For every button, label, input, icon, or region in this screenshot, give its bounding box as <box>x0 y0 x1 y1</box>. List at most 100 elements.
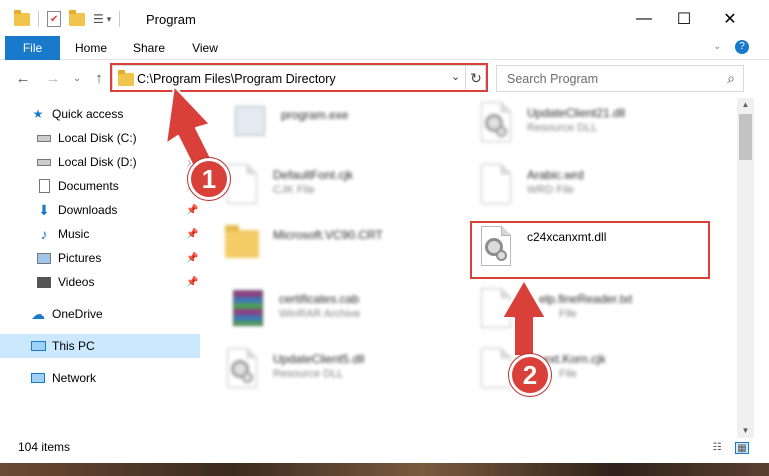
sidebar-item-videos[interactable]: Videos 📌 <box>0 270 200 294</box>
navigation-pane: ★ Quick access Local Disk (C:) 📌 Local D… <box>0 98 200 438</box>
computer-icon <box>30 338 46 354</box>
folder-icon <box>14 9 30 26</box>
file-name: certificates.cab <box>279 292 360 306</box>
forward-arrow-icon: → <box>45 69 61 87</box>
scrollbar-thumb[interactable] <box>739 114 752 160</box>
step-badge-1: 1 <box>188 158 230 200</box>
dll-file-icon <box>477 102 517 150</box>
properties-icon[interactable]: ✔ <box>47 11 61 27</box>
sidebar-item-label: Local Disk (C:) <box>58 131 137 145</box>
navigation-bar: ← → ⌄ ↑ C:\Program Files\Program Directo… <box>0 61 769 95</box>
expand-ribbon-icon[interactable]: ⌄ <box>713 41 721 52</box>
generic-file-icon <box>477 164 517 212</box>
status-bar: 104 items ☷ ▦ <box>0 438 769 463</box>
generic-file-icon <box>223 164 263 212</box>
exe-file-icon <box>231 102 271 150</box>
search-input[interactable]: Search Program <box>507 72 598 86</box>
new-folder-icon[interactable] <box>69 9 85 26</box>
file-explorer-window: ✔ ☰ ▾ Program — ☐ ✕ File Home Share View… <box>0 0 769 463</box>
file-item[interactable]: certificates.cab WinRAR Archive <box>229 284 459 340</box>
chevron-down-icon: ⌄ <box>73 72 81 83</box>
file-name: Arabic.wrd <box>527 168 584 182</box>
tab-file[interactable]: File <box>5 36 60 60</box>
winrar-archive-icon <box>229 288 269 336</box>
pin-icon[interactable]: 📌 <box>186 229 198 240</box>
address-highlight-box <box>110 63 488 92</box>
network-icon <box>30 370 46 386</box>
file-item[interactable]: UpdateClient5.dll Resource DLL <box>223 344 453 400</box>
maximize-button[interactable]: ☐ <box>661 4 707 34</box>
forward-button[interactable]: → <box>42 67 64 89</box>
file-item[interactable]: UpdateClient21.dll Resource DLL <box>477 98 707 154</box>
back-button[interactable]: ← <box>12 67 34 89</box>
details-view-icon[interactable]: ☷ <box>710 442 724 454</box>
customize-toolbar-icon[interactable]: ☰ <box>93 12 104 26</box>
search-box[interactable]: Search Program ⌕ <box>496 65 744 92</box>
up-arrow-icon: ↑ <box>95 69 103 87</box>
vertical-scrollbar[interactable]: ▲ ▼ <box>737 98 754 438</box>
pin-icon[interactable]: 📌 <box>186 253 198 264</box>
up-button[interactable]: ↑ <box>88 67 110 89</box>
sidebar-item-downloads[interactable]: ⬇ Downloads 📌 <box>0 198 200 222</box>
sidebar-item-network[interactable]: Network <box>0 366 200 390</box>
folder-icon <box>223 224 263 272</box>
help-icon[interactable]: ? <box>735 40 749 54</box>
sidebar-item-label: Network <box>52 371 97 385</box>
sidebar-item-local-disk-d[interactable]: Local Disk (D:) 📌 <box>0 150 200 174</box>
file-type: Resource DLL <box>527 122 598 134</box>
search-icon[interactable]: ⌕ <box>727 70 735 87</box>
close-button[interactable]: ✕ <box>707 4 753 34</box>
sidebar-item-label: Pictures <box>58 251 102 265</box>
sidebar-item-label: Videos <box>58 275 95 289</box>
sidebar-item-local-disk-c[interactable]: Local Disk (C:) 📌 <box>0 126 200 150</box>
pin-icon[interactable]: 📌 <box>186 133 198 144</box>
recent-locations-button[interactable]: ⌄ <box>66 67 88 89</box>
file-type: Resource DLL <box>273 368 344 380</box>
toolbar-divider <box>119 11 121 27</box>
cloud-icon: ☁ <box>31 305 45 322</box>
step-badge-2: 2 <box>509 354 551 396</box>
downloads-icon: ⬇ <box>38 201 50 218</box>
file-type: File <box>559 308 577 320</box>
pin-icon[interactable]: 📌 <box>186 205 198 216</box>
file-highlight-box <box>470 221 710 279</box>
sidebar-item-music[interactable]: ♪ Music 📌 <box>0 222 200 246</box>
title-bar: ✔ ☰ ▾ Program — ☐ ✕ <box>0 0 769 36</box>
desktop-background <box>0 463 769 476</box>
sidebar-item-label: Local Disk (D:) <box>58 155 137 169</box>
sidebar-item-onedrive[interactable]: ☁ OneDrive <box>0 302 200 326</box>
tab-home[interactable]: Home <box>68 36 114 60</box>
drive-icon <box>36 130 52 146</box>
file-name: elp.fineReader.txt <box>539 292 633 306</box>
pin-icon[interactable]: 📌 <box>186 277 198 288</box>
dll-file-icon <box>223 348 263 396</box>
documents-icon <box>36 178 52 194</box>
sidebar-item-pictures[interactable]: Pictures 📌 <box>0 246 200 270</box>
file-type: WRD File <box>527 184 575 196</box>
file-name: Microsoft.VC90.CRT <box>273 228 383 242</box>
file-item[interactable]: DefaultFont.cjk CJK File <box>223 160 453 216</box>
back-arrow-icon: ← <box>15 69 31 87</box>
tab-view[interactable]: View <box>182 36 228 60</box>
file-type: File <box>559 368 577 380</box>
sidebar-item-quick-access[interactable]: ★ Quick access <box>0 102 200 126</box>
sidebar-item-label: OneDrive <box>52 307 103 321</box>
sidebar-item-documents[interactable]: Documents 📌 <box>0 174 200 198</box>
music-icon: ♪ <box>40 226 48 242</box>
file-item[interactable]: elp.fineReader.txt File <box>477 284 707 340</box>
sidebar-item-this-pc[interactable]: This PC <box>0 334 200 358</box>
file-item[interactable]: Arabic.wrd WRD File <box>477 160 707 216</box>
sidebar-item-label: Documents <box>58 179 119 193</box>
window-title: Program <box>146 12 196 27</box>
scroll-up-arrow[interactable]: ▲ <box>737 98 754 112</box>
file-name: program.exe <box>281 108 349 122</box>
large-icons-view-icon[interactable]: ▦ <box>735 442 749 454</box>
scroll-down-arrow[interactable]: ▼ <box>737 424 754 438</box>
tab-share[interactable]: Share <box>126 36 172 60</box>
pictures-icon <box>36 250 52 266</box>
file-name: UpdateClient21.dll <box>527 106 626 120</box>
file-item[interactable]: Microsoft.VC90.CRT <box>223 220 453 276</box>
toolbar-divider <box>38 11 39 27</box>
file-item[interactable]: program.exe <box>231 98 461 154</box>
chevron-down-icon[interactable]: ▾ <box>107 14 112 25</box>
